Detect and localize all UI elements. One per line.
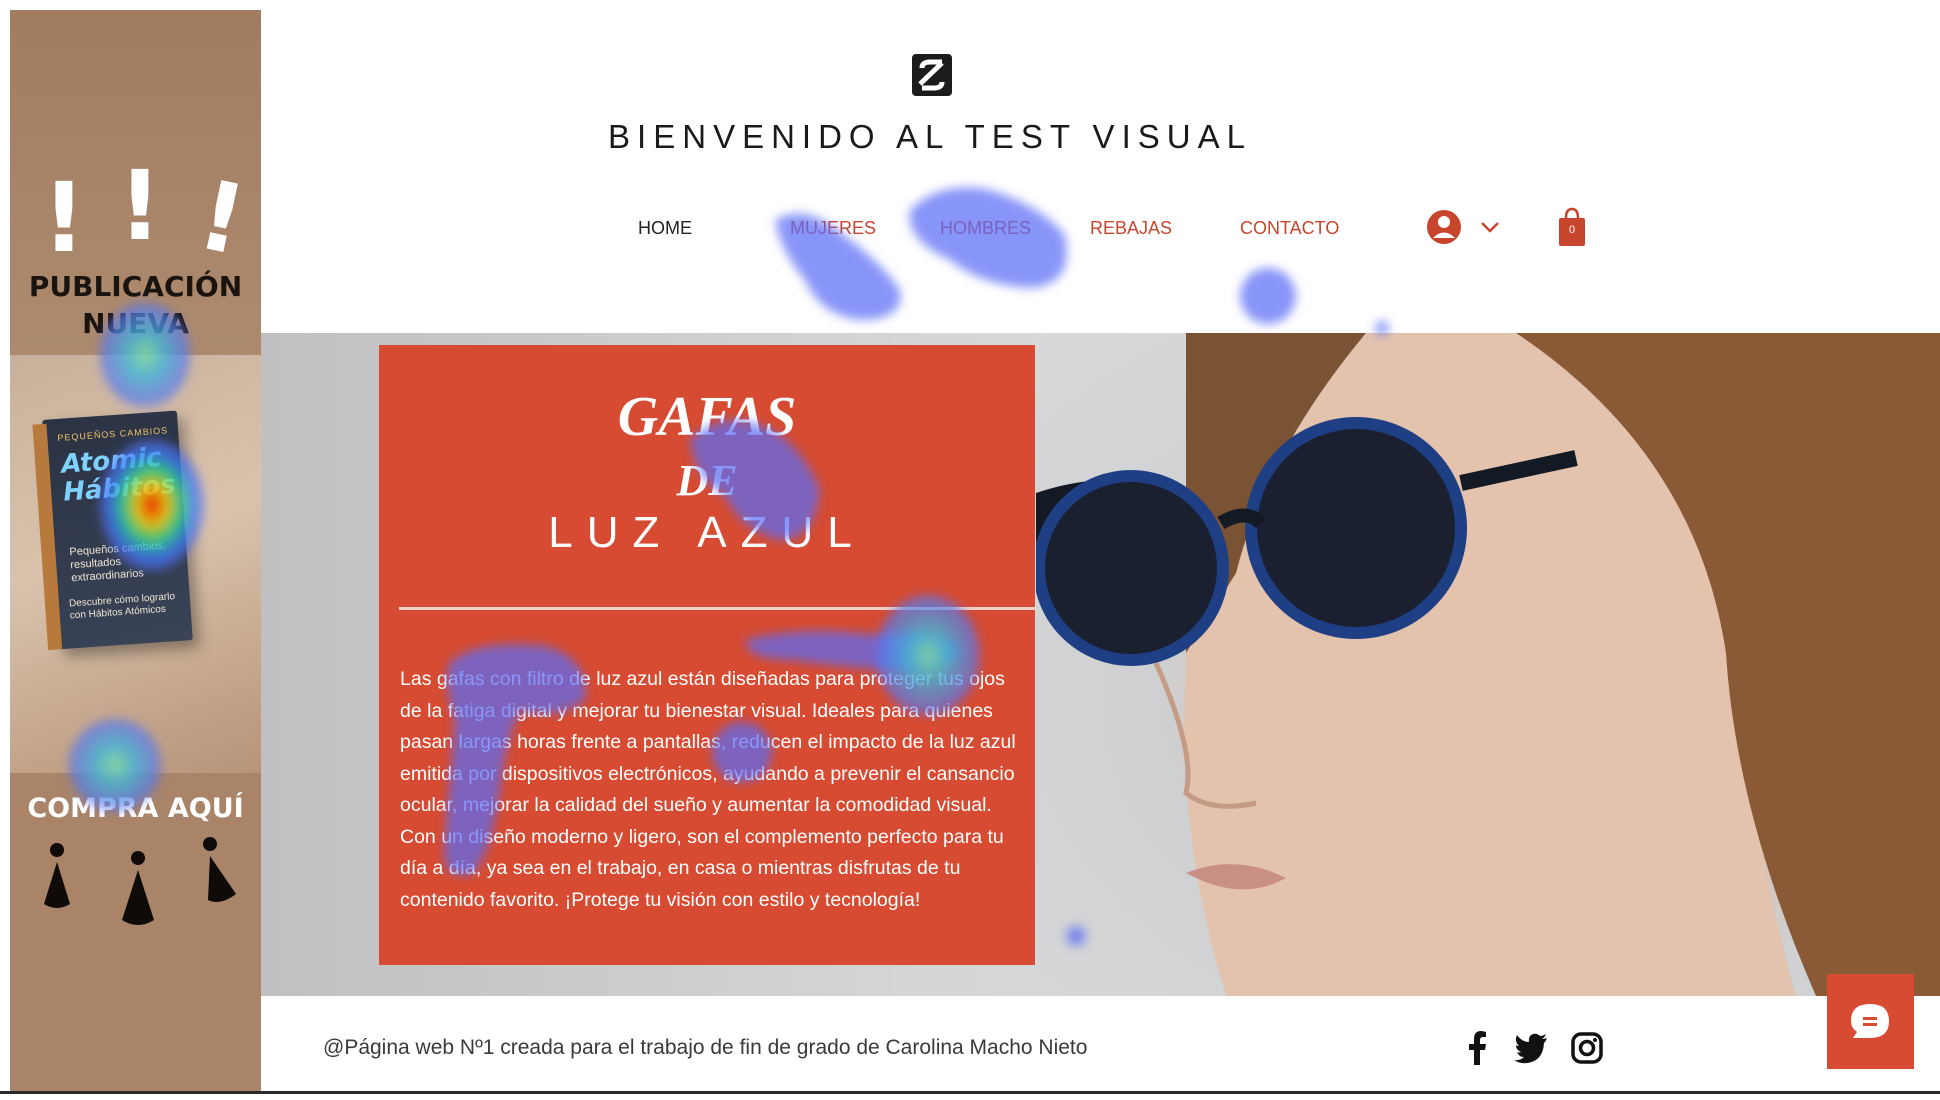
ad-banner[interactable]: ! ! ! PUBLICACIÓN NUEVA PEQUEÑOS CAMBIOS… (10, 10, 261, 1092)
nav-hombres[interactable]: HOMBRES (940, 218, 1031, 244)
chat-icon (1851, 1004, 1889, 1038)
exclamation-icon: ! (118, 150, 162, 262)
hero-heading-line1: GAFAS (617, 386, 797, 448)
hero-banner: GAFAS DE LUZ AZUL Las gafas con filtro d… (261, 333, 1940, 996)
arrow-down-icon (118, 850, 158, 940)
book-cover: PEQUEÑOS CAMBIOS Atomic Hábitos Pequeños… (32, 410, 193, 651)
sunglasses-model-image (1033, 333, 1940, 996)
ad-title-line2: NUEVA (82, 307, 189, 340)
ad-title: PUBLICACIÓN NUEVA (10, 268, 261, 342)
hero-text-panel: GAFAS DE LUZ AZUL Las gafas con filtro d… (379, 345, 1035, 965)
arrow-down-icon (40, 842, 74, 922)
cart-count: 0 (1568, 224, 1576, 236)
hero-heading-line3: LUZ AZUL (548, 508, 866, 557)
twitter-icon[interactable] (1514, 1031, 1547, 1065)
user-icon[interactable] (1426, 207, 1506, 247)
nav-mujeres[interactable]: MUJERES (790, 218, 876, 244)
page: { "ad": { "exclamations": "!", "title_li… (0, 0, 1940, 1100)
hero-body-text: Las gafas con filtro de luz azul están d… (400, 668, 1016, 911)
nav-home[interactable]: HOME (638, 218, 692, 244)
bottom-border (0, 1091, 1940, 1094)
s-logo-icon[interactable] (912, 54, 952, 96)
exclamation-icon: ! (42, 162, 86, 274)
instagram-icon[interactable] (1571, 1031, 1603, 1065)
ad-title-line1: PUBLICACIÓN (28, 270, 243, 303)
nav-contacto[interactable]: CONTACTO (1240, 218, 1339, 244)
cart-button[interactable]: 0 (1557, 206, 1587, 248)
book-kicker: PEQUEÑOS CAMBIOS (57, 425, 169, 443)
book-title: Atomic Hábitos (60, 442, 177, 508)
ad-buy-button[interactable]: COMPRA AQUÍ (10, 793, 261, 824)
book-spine (32, 423, 63, 651)
hero-heading-line2: DE (676, 456, 738, 505)
ad-book-photo[interactable]: PEQUEÑOS CAMBIOS Atomic Hábitos Pequeños… (10, 355, 261, 773)
arrow-down-icon (200, 836, 240, 918)
facebook-icon[interactable] (1462, 1031, 1494, 1065)
account-menu[interactable] (1426, 207, 1506, 247)
divider (399, 607, 1035, 610)
model-photo (1033, 333, 1940, 996)
footer-credits: @Página web Nº1 creada para el trabajo d… (323, 1036, 1088, 1059)
nav-rebajas[interactable]: REBAJAS (1090, 218, 1172, 244)
book-subtitle: Pequeños cambios, resultados extraordina… (69, 539, 167, 585)
chat-button[interactable] (1827, 974, 1914, 1069)
book-tagline: Descubre cómo lograrlo con Hábitos Atómi… (68, 591, 176, 622)
site-title: BIENVENIDO AL TEST VISUAL (608, 118, 1252, 155)
heat-spot (1240, 268, 1296, 324)
